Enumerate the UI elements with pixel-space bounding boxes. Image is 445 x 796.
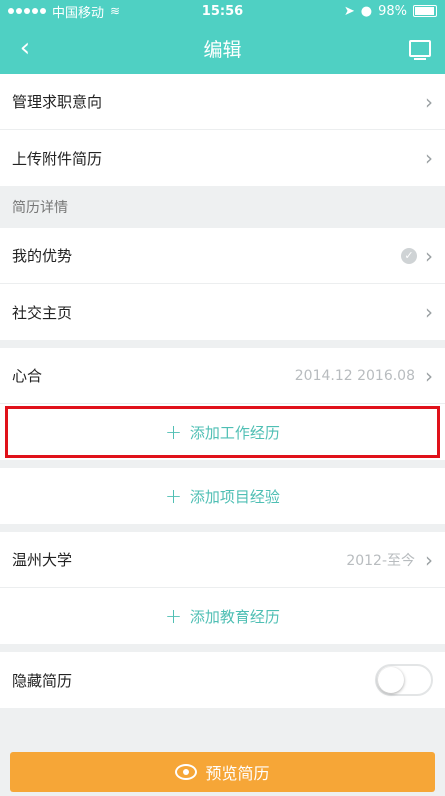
add-project-label: 添加项目经验 xyxy=(189,487,280,506)
work-group: 心合 2014.12 2016.08 › + 添加工作经历 xyxy=(0,348,445,460)
company-name: 心合 xyxy=(12,367,43,385)
my-advantage-item[interactable]: 我的优势 ✓ › xyxy=(0,228,445,284)
item-label: 社交主页 xyxy=(12,303,73,322)
hide-resume-label: 隐藏简历 xyxy=(12,671,73,690)
upload-attachment-item[interactable]: 上传附件简历 › xyxy=(0,130,445,186)
lock-rotation-icon: ● xyxy=(360,3,373,19)
add-work-label: 添加工作经历 xyxy=(189,423,280,442)
page-title: 编辑 xyxy=(203,38,242,61)
details-group: 我的优势 ✓ › 社交主页 › xyxy=(0,228,445,340)
work-experience-item[interactable]: 心合 2014.12 2016.08 › xyxy=(0,348,445,404)
education-item[interactable]: 温州大学 2012-至今 › xyxy=(0,532,445,588)
wifi-icon: ≋ xyxy=(110,4,121,18)
add-education-button[interactable]: + 添加教育经历 xyxy=(0,588,445,644)
add-work-experience-button[interactable]: + 添加工作经历 xyxy=(0,404,445,460)
screen-button[interactable] xyxy=(395,39,445,60)
chevron-right-icon: › xyxy=(425,146,433,170)
plus-icon: + xyxy=(165,484,182,508)
plus-icon: + xyxy=(165,420,182,444)
hide-resume-row: 隐藏简历 xyxy=(0,652,445,708)
signal-icon xyxy=(8,8,46,14)
add-project-button[interactable]: + 添加项目经验 xyxy=(0,468,445,524)
item-label: 管理求职意向 xyxy=(12,93,103,111)
add-education-label: 添加教育经历 xyxy=(189,607,280,626)
education-dates: 2012-至今 xyxy=(346,552,415,569)
battery-percent: 98% xyxy=(378,3,407,19)
divider xyxy=(0,524,445,532)
chevron-right-icon: › xyxy=(425,89,433,114)
monitor-icon xyxy=(409,39,431,60)
plus-icon: + xyxy=(165,604,182,628)
item-label: 我的优势 xyxy=(12,247,73,265)
chevron-right-icon: › xyxy=(425,363,433,388)
manage-job-intention-item[interactable]: 管理求职意向 › xyxy=(0,74,445,130)
back-button[interactable]: ‹ xyxy=(0,33,50,63)
chevron-right-icon: › xyxy=(425,243,433,268)
eye-icon xyxy=(175,764,198,780)
status-bar: 中国移动 ≋ 15:56 ➤ ● 98% xyxy=(0,0,445,22)
work-dates: 2014.12 2016.08 xyxy=(294,367,415,384)
divider xyxy=(0,460,445,468)
chevron-right-icon: › xyxy=(425,547,433,572)
top-group: 管理求职意向 › 上传附件简历 › xyxy=(0,74,445,186)
divider xyxy=(0,340,445,348)
school-name: 温州大学 xyxy=(12,551,73,569)
location-icon: ➤ xyxy=(343,3,355,19)
chevron-right-icon: › xyxy=(425,300,433,324)
section-header: 简历详情 xyxy=(0,186,445,228)
item-label: 上传附件简历 xyxy=(12,149,103,168)
chevron-left-icon: ‹ xyxy=(19,33,31,63)
hide-group: 隐藏简历 xyxy=(0,652,445,708)
carrier-label: 中国移动 xyxy=(52,5,105,21)
battery-icon xyxy=(413,5,437,17)
hide-resume-toggle[interactable] xyxy=(375,664,433,696)
check-circle-icon: ✓ xyxy=(401,247,417,264)
nav-bar: ‹ 编辑 xyxy=(0,22,445,74)
preview-resume-button[interactable]: 预览简历 xyxy=(10,752,435,792)
divider xyxy=(0,644,445,652)
education-group: 温州大学 2012-至今 › + 添加教育经历 xyxy=(0,532,445,644)
preview-label: 预览简历 xyxy=(205,764,270,783)
social-homepage-item[interactable]: 社交主页 › xyxy=(0,284,445,340)
project-group: + 添加项目经验 xyxy=(0,468,445,524)
